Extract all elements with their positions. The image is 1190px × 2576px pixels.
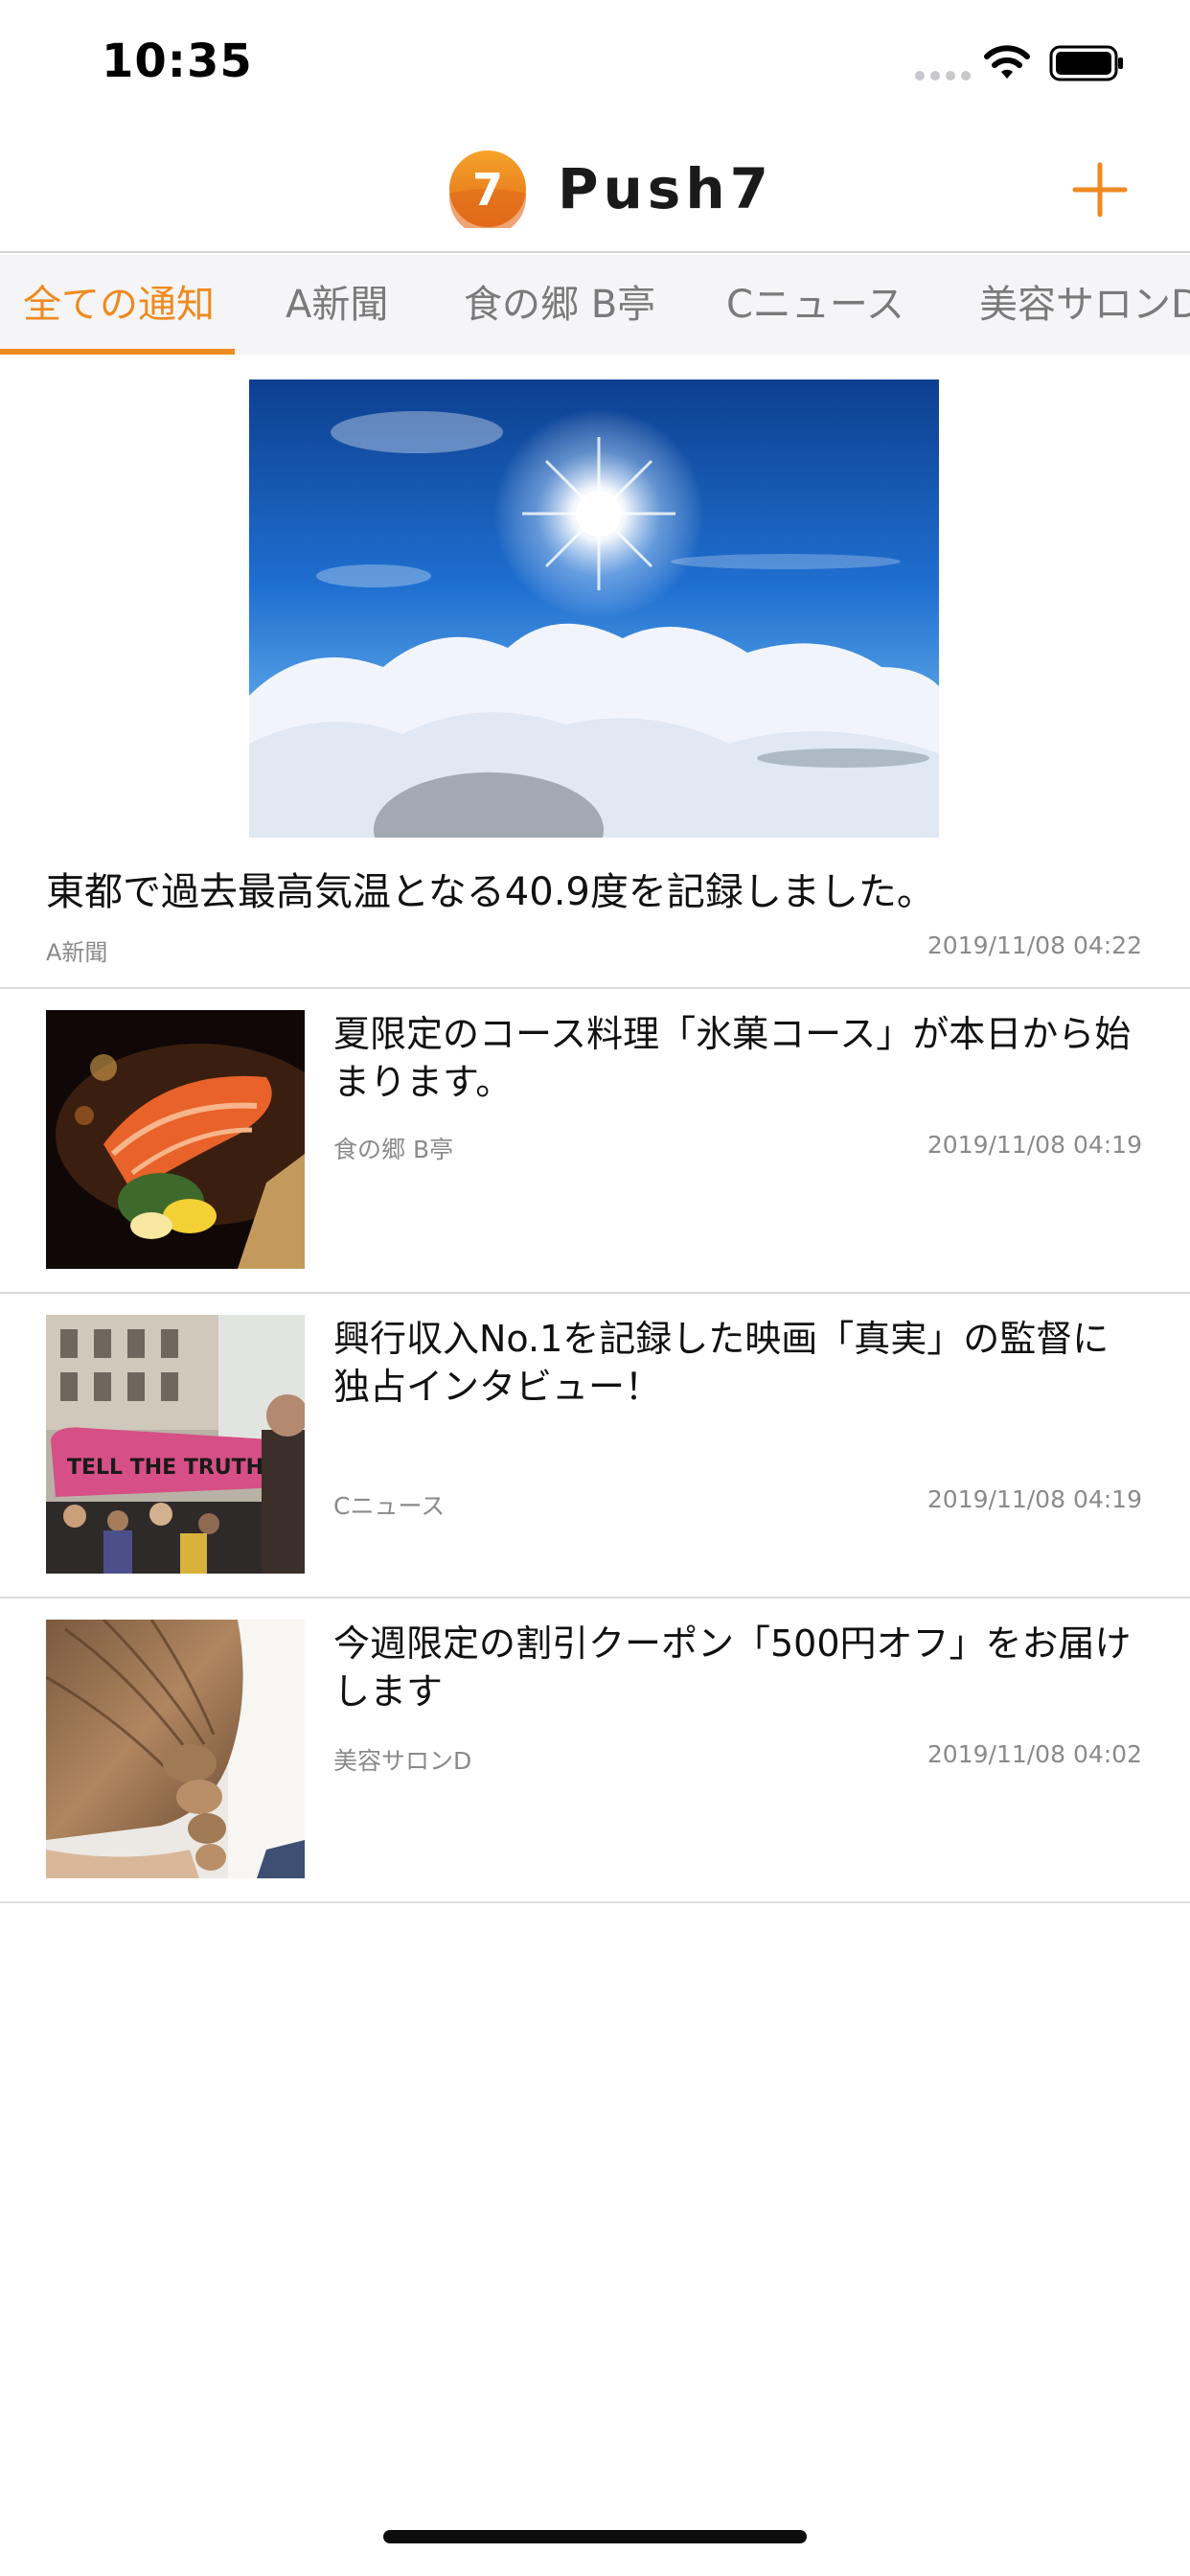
feature-title: 東都で過去最高気温となる40.9度を記録しました。 [46, 870, 935, 914]
status-time: 10:35 [102, 34, 253, 88]
feature-article[interactable]: 東都で過去最高気温となる40.9度を記録しました。 A新聞 2019/11/08… [0, 355, 1190, 989]
feature-date: 2019/11/08 04:22 [927, 932, 1142, 959]
push7-logo-icon: 7 [449, 150, 526, 228]
item-date: 2019/11/08 04:19 [927, 1131, 1142, 1159]
item-title: 夏限定のコース料理「氷菓コース」が本日から始まります。 [333, 1013, 1132, 1103]
tab-shoku-no-sato[interactable]: 食の郷 B亭 [464, 255, 655, 355]
channel-tab-bar: 全ての通知 A新聞 食の郷 B亭 Cニュース 美容サロンD [0, 255, 1190, 355]
logo-glyph: 7 [472, 164, 503, 216]
item-date: 2019/11/08 04:19 [927, 1485, 1142, 1513]
item-source: Cニュース [333, 1492, 446, 1520]
tab-all-notifications[interactable]: 全ての通知 [23, 255, 215, 355]
feature-source: A新聞 [46, 939, 108, 966]
status-bar: 10:35 [0, 0, 1190, 126]
notification-item[interactable]: 夏限定のコース料理「氷菓コース」が本日から始まります。 食の郷 B亭 2019/… [0, 989, 1190, 1294]
notification-item[interactable]: TELL THE TRUTH 興行収入No.1を記録した映画「真実」の監督に独占… [0, 1294, 1190, 1598]
braided-hair-photo [46, 1620, 305, 1878]
app-title: Push7 [558, 156, 773, 221]
battery-icon [1049, 45, 1123, 81]
item-source: 食の郷 B亭 [333, 1136, 454, 1163]
home-indicator[interactable] [383, 2530, 807, 2543]
item-title: 興行収入No.1を記録した映画「真実」の監督に独占インタビュー！ [333, 1318, 1110, 1408]
item-source: 美容サロンD [333, 1747, 472, 1775]
protest-bus-photo: TELL THE TRUTH [46, 1315, 305, 1574]
item-title: 今週限定の割引クーポン「500円オフ」をお届けします [333, 1622, 1132, 1713]
tab-biyou-salon[interactable]: 美容サロンD [979, 255, 1190, 355]
item-date: 2019/11/08 04:02 [927, 1740, 1142, 1768]
wifi-icon [984, 45, 1030, 79]
tab-c-news[interactable]: Cニュース [726, 255, 904, 355]
notification-item[interactable]: 今週限定の割引クーポン「500円オフ」をお届けします 美容サロンD 2019/1… [0, 1598, 1190, 1903]
salmon-dish-photo [46, 1010, 305, 1269]
bus-banner-text: TELL THE TRUTH [67, 1456, 263, 1480]
tab-a-shinbun[interactable]: A新聞 [286, 255, 388, 355]
signal-dots-icon [915, 71, 971, 80]
plus-icon[interactable] [1071, 161, 1129, 218]
app-header: 7 Push7 [0, 126, 1190, 253]
app-logo: 7 Push7 [448, 150, 773, 228]
sun-above-clouds-photo [249, 380, 939, 838]
